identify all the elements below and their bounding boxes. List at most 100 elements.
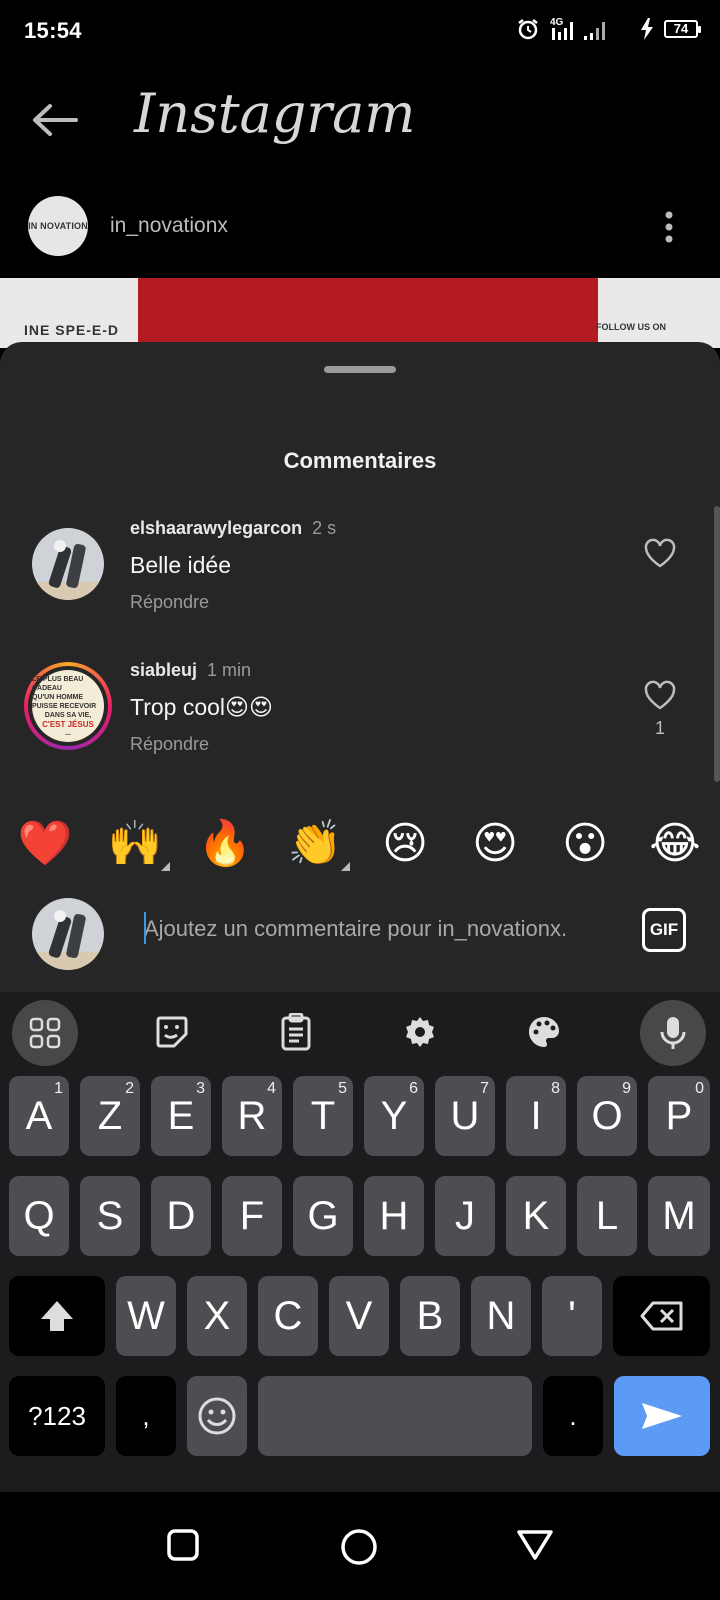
key-i[interactable]: I8 bbox=[506, 1076, 566, 1156]
key-hint: 7 bbox=[480, 1080, 489, 1097]
key-x[interactable]: X bbox=[187, 1276, 247, 1356]
key-hint: 3 bbox=[196, 1080, 205, 1097]
recent-apps-icon[interactable] bbox=[166, 1528, 200, 1562]
key-label: R bbox=[237, 1093, 267, 1138]
shift-key[interactable] bbox=[9, 1276, 105, 1356]
story-avatar-line: LE PLUS BEAU CADEAU bbox=[32, 675, 84, 692]
key-m[interactable]: M bbox=[648, 1176, 710, 1256]
sheet-drag-handle[interactable] bbox=[324, 366, 396, 373]
key-hint: 5 bbox=[338, 1080, 347, 1097]
reply-button[interactable]: Répondre bbox=[130, 734, 209, 755]
key-a[interactable]: A1 bbox=[9, 1076, 69, 1156]
key-k[interactable]: K bbox=[506, 1176, 566, 1256]
key-apostrophe[interactable]: ' bbox=[542, 1276, 602, 1356]
back-triangle-icon[interactable] bbox=[516, 1528, 554, 1562]
comment-time: 1 min bbox=[207, 660, 252, 680]
key-label: W bbox=[127, 1293, 165, 1338]
key-z[interactable]: Z2 bbox=[80, 1076, 140, 1156]
sheet-title: Commentaires bbox=[283, 448, 437, 473]
emoji-heart-eyes[interactable]: 😍 bbox=[463, 814, 527, 874]
key-hint: 6 bbox=[409, 1080, 418, 1097]
sticker-icon[interactable] bbox=[144, 1004, 200, 1060]
key-label: ' bbox=[568, 1293, 576, 1338]
comment-input[interactable] bbox=[144, 912, 614, 946]
more-options-icon[interactable] bbox=[664, 210, 674, 244]
comment-username[interactable]: elshaarawylegarcon 2 s bbox=[130, 518, 336, 539]
send-arrow-icon bbox=[642, 1403, 682, 1429]
key-label: U bbox=[450, 1093, 480, 1138]
commenter-avatar[interactable] bbox=[32, 528, 104, 600]
post-username[interactable]: in_novationx bbox=[110, 214, 228, 238]
key-j[interactable]: J bbox=[435, 1176, 495, 1256]
story-avatar-image: LE PLUS BEAU CADEAU QU'UN HOMME PUISSE R… bbox=[32, 670, 104, 742]
key-label: C bbox=[273, 1293, 303, 1338]
key-label: P bbox=[665, 1093, 693, 1138]
key-n[interactable]: N bbox=[471, 1276, 531, 1356]
home-icon[interactable] bbox=[340, 1528, 378, 1566]
key-b[interactable]: B bbox=[400, 1276, 460, 1356]
comma-key[interactable]: , bbox=[116, 1376, 176, 1456]
comment-username-text[interactable]: elshaarawylegarcon bbox=[130, 518, 302, 538]
comment-username-text[interactable]: siableuj bbox=[130, 660, 197, 680]
key-c[interactable]: C bbox=[258, 1276, 318, 1356]
period-key[interactable]: . bbox=[543, 1376, 603, 1456]
key-e[interactable]: E3 bbox=[151, 1076, 211, 1156]
post-image-left-text: INE SPE-E-D bbox=[24, 322, 120, 338]
key-l[interactable]: L bbox=[577, 1176, 637, 1256]
story-avatar-line: QU'UN HOMME PUISSE RECEVOIR bbox=[32, 693, 97, 710]
heart-icon[interactable] bbox=[644, 680, 676, 710]
send-key[interactable] bbox=[614, 1376, 710, 1456]
emoji-laughing[interactable]: 😂 bbox=[643, 814, 707, 874]
key-label: O bbox=[591, 1093, 623, 1138]
key-s[interactable]: S bbox=[80, 1176, 140, 1256]
space-key[interactable] bbox=[258, 1376, 532, 1456]
post-image-right-text: FOLLOW US ON bbox=[596, 322, 666, 332]
backspace-icon bbox=[640, 1301, 682, 1331]
key-label: G bbox=[307, 1193, 339, 1238]
key-hint: 0 bbox=[695, 1080, 704, 1097]
emoji-fire[interactable]: 🔥 bbox=[193, 814, 257, 874]
settings-gear-icon[interactable] bbox=[392, 1004, 448, 1060]
key-p[interactable]: P0 bbox=[648, 1076, 710, 1156]
key-d[interactable]: D bbox=[151, 1176, 211, 1256]
emoji-heart[interactable]: ❤️ bbox=[13, 814, 77, 874]
status-bar: 15:54 4G 74 bbox=[0, 0, 720, 64]
key-r[interactable]: R4 bbox=[222, 1076, 282, 1156]
apps-grid-icon[interactable] bbox=[12, 1000, 78, 1066]
skin-tone-indicator bbox=[161, 862, 170, 871]
arrow-left-icon[interactable] bbox=[30, 102, 78, 138]
key-o[interactable]: O9 bbox=[577, 1076, 637, 1156]
microphone-icon[interactable] bbox=[640, 1000, 706, 1066]
key-f[interactable]: F bbox=[222, 1176, 282, 1256]
key-w[interactable]: W bbox=[116, 1276, 176, 1356]
emoji-surprised[interactable]: 😮 bbox=[553, 814, 617, 874]
backspace-key[interactable] bbox=[613, 1276, 710, 1356]
emoji-crying[interactable]: 😢 bbox=[373, 814, 437, 874]
post-image[interactable]: INE SPE-E-D FOLLOW US ON bbox=[0, 278, 720, 348]
key-g[interactable]: G bbox=[293, 1176, 353, 1256]
key-u[interactable]: U7 bbox=[435, 1076, 495, 1156]
emoji-clapping[interactable]: 👏 bbox=[283, 814, 347, 874]
key-label: Y bbox=[380, 1093, 408, 1138]
text-cursor bbox=[144, 912, 146, 944]
story-avatar-line: C'EST JÉSUS bbox=[42, 719, 94, 729]
emoji-key[interactable] bbox=[187, 1376, 247, 1456]
key-v[interactable]: V bbox=[329, 1276, 389, 1356]
commenter-avatar-story[interactable]: LE PLUS BEAU CADEAU QU'UN HOMME PUISSE R… bbox=[24, 662, 112, 750]
emoji-raising-hands[interactable]: 🙌 bbox=[103, 814, 167, 874]
post-avatar[interactable]: IN NOVATION bbox=[28, 196, 88, 256]
reply-button[interactable]: Répondre bbox=[130, 592, 209, 613]
post-avatar-logo: IN NOVATION bbox=[28, 221, 88, 231]
clipboard-icon[interactable] bbox=[268, 1004, 324, 1060]
key-h[interactable]: H bbox=[364, 1176, 424, 1256]
heart-icon[interactable] bbox=[644, 538, 676, 568]
key-y[interactable]: Y6 bbox=[364, 1076, 424, 1156]
status-time: 15:54 bbox=[24, 18, 82, 43]
comment-username[interactable]: siableuj 1 min bbox=[130, 660, 251, 681]
symbols-key[interactable]: ?123 bbox=[9, 1376, 105, 1456]
gif-button[interactable]: GIF bbox=[642, 908, 686, 952]
palette-icon[interactable] bbox=[516, 1004, 572, 1060]
key-q[interactable]: Q bbox=[9, 1176, 69, 1256]
key-t[interactable]: T5 bbox=[293, 1076, 353, 1156]
key-label: S bbox=[96, 1193, 124, 1238]
